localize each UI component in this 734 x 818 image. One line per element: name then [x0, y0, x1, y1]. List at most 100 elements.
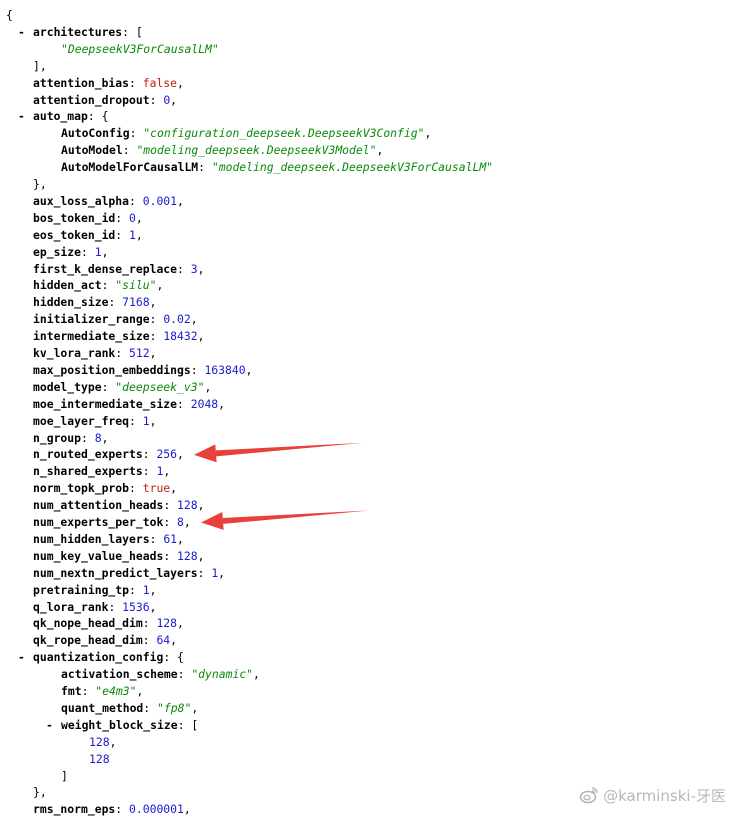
line-content: AutoConfig: "configuration_deepseek.Deep… [61, 126, 432, 141]
json-value: 1 [142, 413, 150, 428]
line-content: qk_nope_head_dim: 128, [33, 616, 184, 631]
json-value: "configuration_deepseek.DeepseekV3Config… [143, 126, 425, 141]
line-content: qk_rope_head_dim: 64, [33, 633, 178, 648]
json-key: architectures [33, 24, 123, 39]
line-content: }, [33, 176, 47, 193]
json-value: 128 [89, 751, 110, 766]
json-key: moe_layer_freq [33, 413, 130, 428]
json-value: 163840 [204, 362, 246, 377]
json-key: qk_rope_head_dim [33, 633, 143, 648]
collapse-toggle[interactable]: - [46, 717, 53, 734]
line-content: norm_topk_prob: true, [33, 481, 178, 496]
json-value: "fp8" [157, 700, 192, 715]
json-key: model_type [33, 379, 102, 394]
open-bracket: { [101, 109, 109, 124]
json-key: q_lora_rank [33, 599, 109, 614]
line-content: eos_token_id: 1, [33, 227, 143, 242]
line-content: activation_scheme: "dynamic", [61, 667, 260, 682]
line-content: initializer_range: 0.02, [33, 312, 198, 327]
line-content: num_key_value_heads: 128, [33, 548, 205, 563]
line-content: fmt: "e4m3", [61, 684, 144, 698]
line-content: intermediate_size: 18432, [33, 329, 205, 344]
line-content: { [6, 7, 13, 24]
line-content: n_routed_experts: 256, [33, 447, 184, 462]
json-value: 8 [94, 430, 102, 445]
watermark-text: @karminski-牙医 [603, 786, 726, 805]
line-content: 128 [89, 751, 110, 768]
line-content: aux_loss_alpha: 0.001, [33, 193, 184, 208]
json-value: "DeepseekV3ForCausalLM" [61, 41, 219, 56]
json-value: 2048 [190, 396, 219, 411]
line-content: bos_token_id: 0, [33, 210, 143, 225]
json-key: auto_map [33, 109, 88, 124]
json-key: hidden_act [33, 278, 102, 293]
json-key: AutoConfig [61, 126, 130, 141]
json-value: 18432 [163, 329, 198, 344]
line-content: moe_layer_freq: 1, [33, 413, 157, 428]
json-key: norm_topk_prob [33, 481, 130, 496]
json-value: 128 [177, 548, 198, 563]
line-content: num_nextn_predict_layers: 1, [33, 565, 226, 580]
close-bracket: ] [61, 768, 68, 783]
close-bracket: }, [33, 785, 47, 800]
line-content: num_experts_per_tok: 8, [33, 515, 191, 529]
open-bracket: { [177, 650, 184, 665]
line-content: architectures: [ [33, 24, 143, 39]
json-value: "modeling_deepseek.DeepseekV3ForCausalLM… [211, 160, 494, 175]
collapse-toggle[interactable]: - [18, 108, 25, 125]
line-content: quantization_config: { [33, 650, 184, 665]
line-content: num_attention_heads: 128, [33, 498, 205, 513]
json-value: 7168 [122, 295, 150, 310]
open-bracket: { [6, 8, 13, 22]
line-content: attention_dropout: 0, [33, 92, 178, 107]
json-key: num_key_value_heads [33, 548, 164, 563]
json-value: 1536 [122, 599, 150, 614]
json-value: 1 [129, 227, 136, 242]
line-content: AutoModel: "modeling_deepseek.DeepseekV3… [61, 143, 384, 158]
json-value: false [142, 75, 178, 90]
json-key: num_experts_per_tok [33, 515, 164, 529]
json-key: first_k_dense_replace [33, 261, 178, 276]
json-viewer: {- architectures: ["DeepseekV3ForCausalLM… [0, 0, 734, 817]
line-content: num_hidden_layers: 61, [33, 531, 184, 546]
open-bracket: [ [135, 24, 143, 39]
line-content: AutoModelForCausalLM: "modeling_deepseek… [61, 160, 494, 175]
json-value: 3 [190, 261, 198, 276]
json-key: n_shared_experts [33, 464, 143, 479]
line-content: }, [33, 784, 47, 801]
line-content: quant_method: "fp8", [61, 700, 199, 715]
json-key: bos_token_id [33, 210, 116, 225]
json-value: 128 [89, 734, 110, 749]
json-key: pretraining_tp [33, 582, 130, 597]
json-value: "dynamic" [191, 667, 254, 682]
json-key: AutoModel [61, 143, 123, 158]
json-key: moe_intermediate_size [33, 396, 178, 411]
json-key: attention_dropout [33, 92, 150, 107]
json-value: 128 [177, 498, 198, 513]
json-key: AutoModelForCausalLM [61, 160, 199, 175]
json-key: n_routed_experts [33, 447, 143, 462]
collapse-toggle[interactable]: - [18, 649, 25, 666]
line-content: n_shared_experts: 1, [33, 464, 171, 479]
line-content: ] [61, 768, 68, 785]
json-key: activation_scheme [61, 667, 178, 682]
json-value: true [142, 481, 171, 496]
json-value: 61 [163, 531, 178, 546]
json-key: quant_method [61, 700, 144, 715]
json-key: quantization_config [33, 650, 164, 665]
json-value: "e4m3" [95, 684, 137, 698]
json-key: num_nextn_predict_layers [33, 565, 198, 580]
json-key: initializer_range [33, 312, 150, 327]
json-value: 0 [129, 210, 136, 225]
line-content: max_position_embeddings: 163840, [33, 362, 253, 377]
json-key: qk_nope_head_dim [33, 616, 143, 631]
line-content: kv_lora_rank: 512, [33, 346, 157, 360]
json-key: weight_block_size [61, 717, 178, 732]
line-content: q_lora_rank: 1536, [33, 599, 157, 614]
close-bracket: }, [33, 177, 47, 191]
collapse-toggle[interactable]: - [18, 24, 25, 41]
line-content: ep_size: 1, [33, 244, 109, 259]
line-content: first_k_dense_replace: 3, [33, 261, 205, 276]
json-value: 0.000001 [129, 802, 184, 817]
line-content: ], [33, 58, 47, 75]
